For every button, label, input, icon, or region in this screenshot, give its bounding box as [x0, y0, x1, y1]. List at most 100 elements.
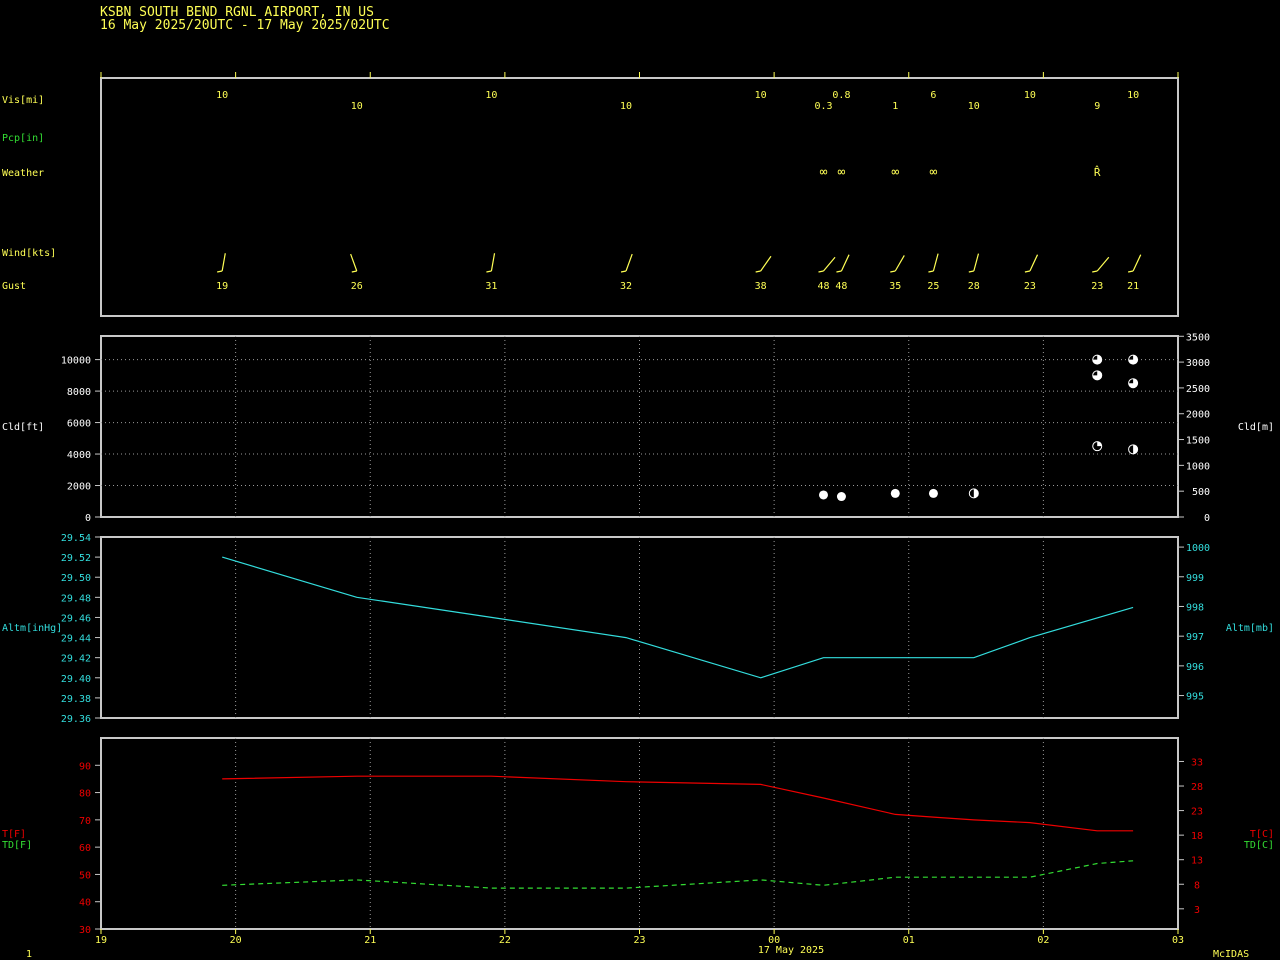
altimeter-mb-tick-label: 997	[1186, 632, 1204, 643]
time-axis-tick-label: 21	[364, 935, 376, 946]
altimeter-inhg-tick-label: 29.40	[61, 674, 91, 685]
visibility-value: 10	[485, 90, 497, 101]
altimeter-mb-tick-label: 996	[1186, 662, 1204, 673]
wind-barb-flag	[351, 270, 357, 273]
altimeter-mb-tick-label: 1000	[1186, 543, 1210, 554]
weather-row-label: Weather	[2, 168, 44, 179]
wind-barb-staff	[1029, 254, 1039, 272]
cloud-ft-tick-label: 6000	[67, 419, 91, 430]
time-axis-tick-label: 22	[499, 935, 511, 946]
altimeter-inhg-tick-label: 29.50	[61, 573, 91, 584]
wind-barb-flag	[1024, 270, 1031, 273]
cloud-ovc-symbol	[928, 488, 938, 498]
temp-f-tick-label: 60	[79, 843, 91, 854]
dewpoint-f-axis-label: TD[F]	[2, 840, 32, 851]
gust-value: 23	[1024, 281, 1036, 292]
cloud-m-tick-label: 0	[1204, 513, 1210, 524]
gust-value: 31	[485, 281, 497, 292]
wind-barb-flag	[968, 270, 974, 273]
altimeter-inhg-tick-label: 29.46	[61, 613, 91, 624]
wind-barb-staff	[490, 253, 496, 272]
wind-barb-staff	[932, 253, 939, 272]
altimeter-line	[222, 556, 1134, 679]
cloud-ovc-symbol	[836, 492, 846, 502]
gust-value: 35	[889, 281, 901, 292]
visibility-value: 0.3	[814, 101, 832, 112]
cloud-m-axis-label: Cld[m]	[1238, 422, 1274, 433]
time-axis-tick-label: 20	[230, 935, 242, 946]
visibility-value: 10	[968, 101, 980, 112]
wind-barb-flag	[1092, 270, 1098, 273]
gust-value: 23	[1091, 281, 1103, 292]
cloud-panel	[100, 335, 1179, 518]
altimeter-panel	[100, 536, 1179, 719]
wind-barb-staff	[350, 253, 358, 272]
cloud-m-tick-label: 500	[1192, 487, 1210, 498]
haze-symbol: ∞	[838, 165, 846, 180]
wind-barb-staff	[823, 256, 836, 272]
temp-c-axis-label: T[C]	[1250, 829, 1274, 840]
pcp-row-label: Pcp[in]	[2, 133, 44, 144]
thunder-symbol: R̂	[1094, 165, 1101, 179]
gust-value: 25	[927, 281, 939, 292]
cloud-m-tick-label: 1000	[1186, 461, 1210, 472]
wind-barb-staff	[221, 253, 226, 272]
altimeter-mb-tick-label: 998	[1186, 602, 1204, 613]
wind-row-label: Wind[kts]	[2, 248, 56, 259]
altimeter-inhg-tick-label: 29.38	[61, 694, 91, 705]
wind-barb-staff	[760, 255, 772, 272]
altimeter-inhg-tick-label: 29.44	[61, 634, 91, 645]
wind-barb-flag	[818, 270, 824, 273]
altimeter-inhg-tick-label: 29.54	[61, 533, 91, 544]
visibility-value: 9	[1094, 101, 1100, 112]
visibility-value: 10	[351, 101, 363, 112]
wind-barb-flag	[1128, 270, 1134, 273]
gust-value: 38	[755, 281, 767, 292]
temp-c-tick-label: 8	[1194, 880, 1200, 891]
wind-barb-staff	[973, 253, 980, 272]
footer-mcidas-label: McIDAS	[1213, 949, 1249, 960]
time-axis-tick-label: 03	[1172, 935, 1184, 946]
wind-barb-flag	[486, 270, 492, 273]
temp-f-tick-label: 50	[79, 870, 91, 881]
time-axis-tick-label: 01	[903, 935, 915, 946]
footer-frame-number: 1	[26, 949, 32, 960]
temp-c-tick-label: 33	[1191, 757, 1203, 768]
cloud-ft-tick-label: 2000	[67, 482, 91, 493]
cloud-ovc-symbol	[890, 488, 900, 498]
temp-f-axis-label: T[F]	[2, 829, 26, 840]
altimeter-mb-tick-label: 999	[1186, 573, 1204, 584]
wind-barb-staff	[894, 255, 905, 272]
period-subtitle: 16 May 2025/20UTC - 17 May 2025/02UTC	[100, 18, 390, 33]
cloud-ft-tick-label: 10000	[61, 356, 91, 367]
altimeter-inhg-axis-label: Altm[inHg]	[2, 623, 62, 634]
temp-f-tick-label: 40	[79, 898, 91, 909]
date-axis-label: 17 May 2025	[758, 945, 824, 956]
temp-f-tick-label: 80	[79, 789, 91, 800]
meteogram-canvas: KSBN SOUTH BEND RGNL AIRPORT, IN US 16 M…	[2, 5, 1274, 960]
visibility-value: 10	[1024, 90, 1036, 101]
cloud-m-tick-label: 2000	[1186, 410, 1210, 421]
wind-barb-staff	[1096, 256, 1110, 272]
cloud-m-tick-label: 3000	[1186, 358, 1210, 369]
wind-barb-flag	[620, 270, 627, 273]
cloud-ft-tick-label: 0	[85, 513, 91, 524]
gust-value: 48	[835, 281, 847, 292]
gust-value: 19	[216, 281, 228, 292]
gust-value: 28	[968, 281, 980, 292]
haze-symbol: ∞	[891, 165, 899, 180]
altimeter-mb-axis-label: Altm[mb]	[1226, 623, 1274, 634]
cloud-ft-axis-label: Cld[ft]	[2, 422, 44, 433]
temperature-line	[222, 775, 1134, 832]
gust-value: 21	[1127, 281, 1139, 292]
dewpoint-line	[222, 860, 1134, 889]
cloud-ovc-symbol	[818, 490, 828, 500]
temp-c-tick-label: 3	[1194, 905, 1200, 916]
wind-barb-flag	[217, 270, 223, 273]
altimeter-inhg-tick-label: 29.52	[61, 553, 91, 564]
gust-value: 32	[620, 281, 632, 292]
visibility-value: 10	[1127, 90, 1139, 101]
visibility-value: 0.8	[832, 90, 850, 101]
wind-barb-staff	[625, 253, 633, 272]
temp-c-tick-label: 13	[1191, 856, 1203, 867]
